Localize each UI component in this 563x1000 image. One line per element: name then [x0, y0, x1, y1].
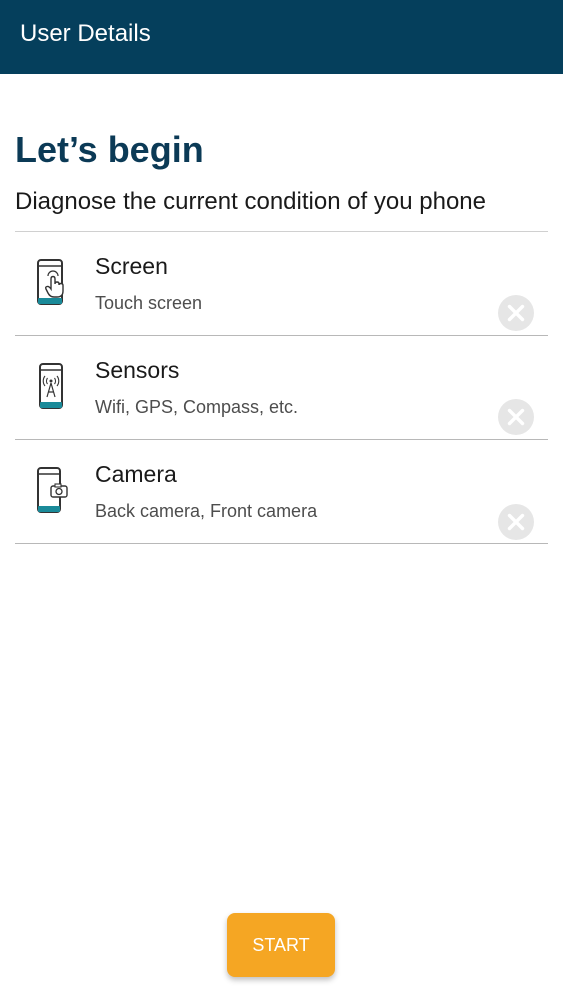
item-subtitle: Wifi, GPS, Compass, etc. — [95, 397, 299, 417]
item-subtitle: Back camera, Front camera — [95, 501, 318, 521]
phone-touch-icon — [37, 259, 64, 305]
list-item-sensors[interactable]: Sensors Wifi, GPS, Compass, etc. — [15, 336, 548, 440]
close-circle-icon[interactable] — [497, 503, 535, 541]
close-circle-icon[interactable] — [497, 294, 535, 332]
list-item-camera[interactable]: Camera Back camera, Front camera — [15, 440, 548, 544]
close-circle-icon[interactable] — [497, 398, 535, 436]
page-heading: Let’s begin — [15, 129, 204, 170]
item-subtitle: Touch screen — [95, 293, 203, 313]
item-title: Sensors — [95, 357, 180, 383]
app-bar: User Details — [0, 0, 563, 74]
page-subheading: Diagnose the current condition of you ph… — [15, 188, 486, 215]
start-button[interactable]: START — [227, 913, 335, 977]
phone-camera-icon — [37, 467, 68, 513]
item-title: Screen — [95, 253, 168, 279]
diagnostic-list: Screen Touch screen Sensors Wifi, GPS, C… — [15, 232, 548, 544]
app-bar-title: User Details — [20, 20, 151, 47]
item-title: Camera — [95, 461, 177, 487]
list-item-screen[interactable]: Screen Touch screen — [15, 232, 548, 336]
phone-sensor-icon — [39, 363, 63, 409]
